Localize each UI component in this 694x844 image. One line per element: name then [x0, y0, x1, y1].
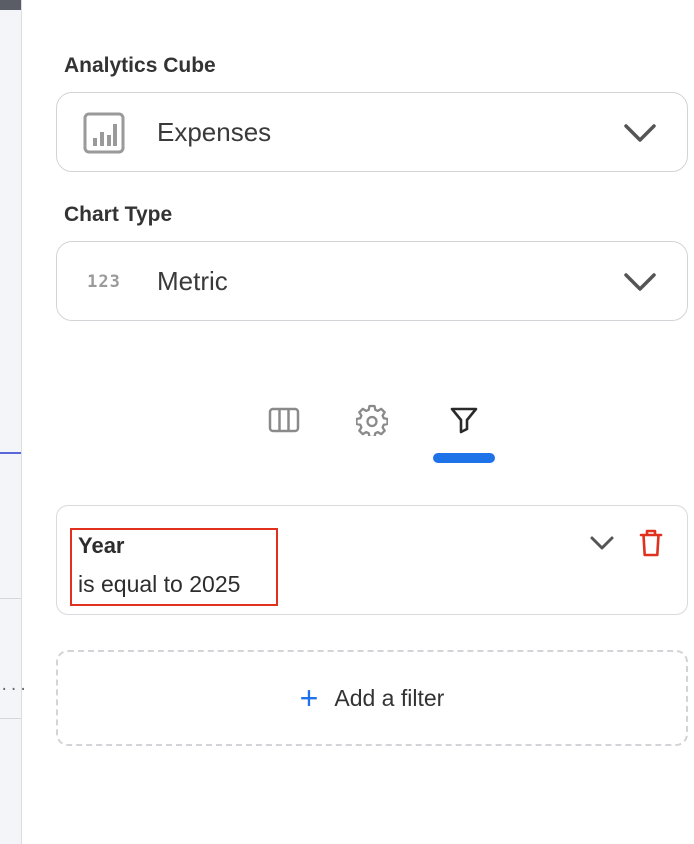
chart-settings-panel: Analytics Cube Expenses Chart Type 123 M…	[22, 0, 694, 844]
tab-columns[interactable]	[258, 400, 310, 444]
strip-accent-line	[0, 452, 21, 454]
filter-icon	[450, 406, 478, 439]
chevron-down-icon[interactable]	[589, 532, 615, 554]
tab-settings[interactable]	[346, 400, 398, 444]
tab-filters[interactable]	[438, 400, 490, 444]
panel-tabs	[258, 400, 508, 470]
strip-divider	[0, 718, 21, 719]
add-filter-button[interactable]: + Add a filter	[56, 650, 688, 746]
chevron-down-icon[interactable]	[623, 268, 657, 296]
plus-icon: +	[299, 680, 319, 716]
strip-topbar	[0, 0, 21, 10]
cube-chart-icon	[83, 112, 125, 154]
chart-type-value: Metric	[157, 266, 228, 296]
filter-card[interactable]: Year is equal to 2025	[56, 505, 688, 615]
gear-icon	[355, 404, 389, 441]
columns-icon	[268, 407, 300, 438]
number-123-icon: 123	[87, 272, 121, 292]
analytics-cube-value: Expenses	[157, 117, 272, 147]
chart-type-label: Chart Type	[64, 203, 173, 226]
filter-field-name: Year	[78, 533, 125, 558]
chevron-down-icon[interactable]	[623, 119, 657, 147]
add-filter-label: Add a filter	[334, 684, 445, 711]
strip-divider	[0, 598, 21, 599]
background-page-strip: ···	[0, 0, 27, 844]
filter-condition: is equal to 2025	[78, 571, 241, 597]
chart-type-select[interactable]: 123 Metric	[56, 241, 688, 321]
trash-icon[interactable]	[639, 528, 663, 558]
active-tab-indicator	[433, 453, 495, 463]
analytics-cube-select[interactable]: Expenses	[56, 92, 688, 172]
analytics-cube-label: Analytics Cube	[64, 54, 216, 77]
